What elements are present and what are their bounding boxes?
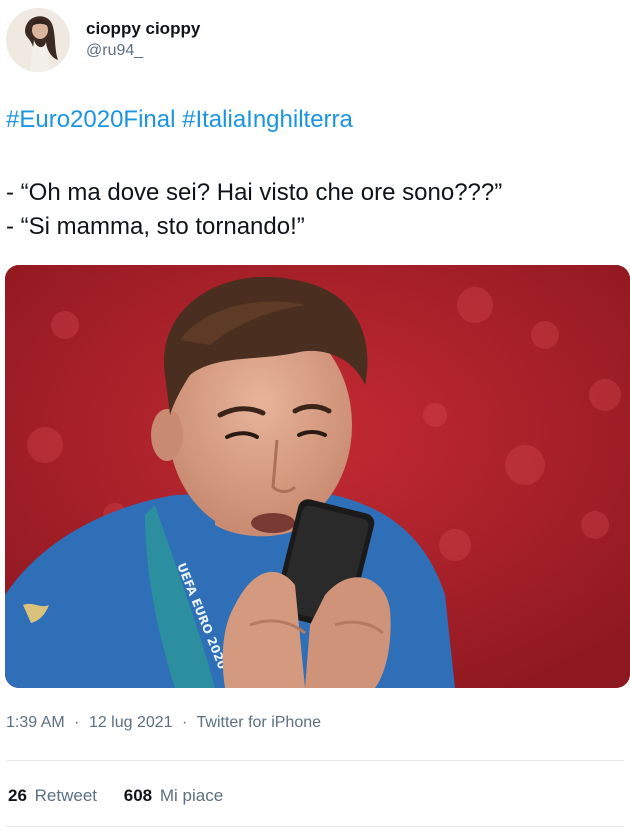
meta-separator: · (182, 714, 188, 731)
tweet-line: - “Oh ma dove sei? Hai visto che ore son… (6, 179, 503, 206)
tweet-photo[interactable]: UEFA EURO 2020 (5, 265, 630, 688)
hashtag-italiainghilterra[interactable]: #ItaliaInghilterra (182, 106, 353, 133)
tweet-hashtags: #Euro2020Final #ItaliaInghilterra (6, 104, 353, 136)
retweets-stat[interactable]: 26 Retweet (8, 785, 97, 807)
avatar-image (6, 8, 70, 72)
likes-stat[interactable]: 608 Mi piace (124, 785, 223, 807)
user-names: cioppy cioppy @ru94_ (86, 18, 200, 62)
tweet-meta: 1:39 AM · 12 lug 2021 · Twitter for iPho… (6, 712, 321, 734)
divider (6, 826, 624, 827)
likes-count: 608 (123, 786, 153, 805)
tweet-text: - “Oh ma dove sei? Hai visto che ore son… (6, 176, 502, 244)
tweet-line: - “Si mamma, sto tornando!” (6, 213, 305, 240)
hashtag-euro2020final[interactable]: #Euro2020Final (6, 106, 175, 133)
tweet-source[interactable]: Twitter for iPhone (197, 714, 322, 731)
likes-label: Mi piace (159, 786, 224, 805)
retweets-label: Retweet (34, 786, 98, 805)
tweet-date[interactable]: 12 lug 2021 (89, 714, 173, 731)
tweet-time[interactable]: 1:39 AM (6, 714, 65, 731)
meta-separator: · (74, 714, 80, 731)
tweet-header: cioppy cioppy @ru94_ (6, 8, 200, 72)
display-name[interactable]: cioppy cioppy (86, 18, 200, 40)
user-handle[interactable]: @ru94_ (86, 40, 200, 62)
divider (6, 760, 624, 761)
photo-player-on-phone: UEFA EURO 2020 (5, 265, 630, 688)
avatar[interactable] (6, 8, 70, 72)
tweet-card: cioppy cioppy @ru94_ #Euro2020Final #Ita… (0, 0, 630, 835)
retweets-count: 26 (8, 786, 27, 805)
tweet-stats: 26 Retweet 608 Mi piace (8, 785, 245, 807)
